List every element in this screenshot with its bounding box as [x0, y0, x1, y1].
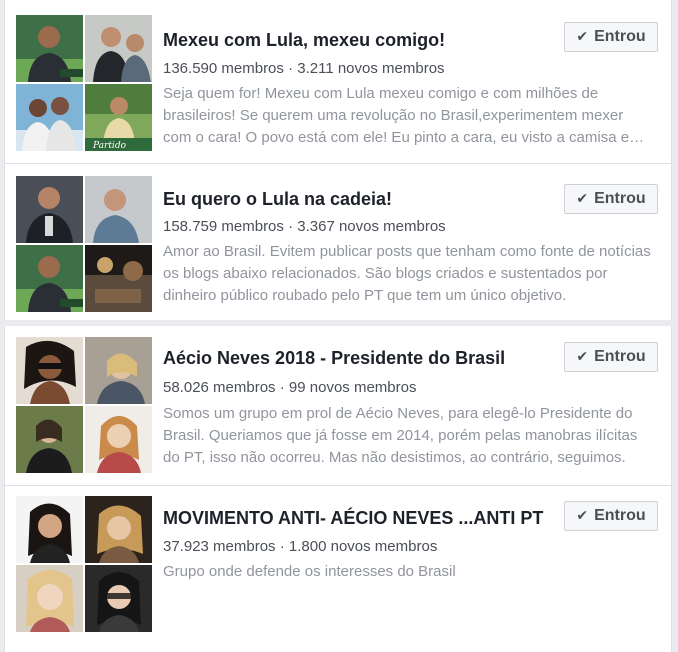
member-photo — [85, 565, 152, 632]
group-item[interactable]: Partido Mexeu com Lula, mexeu comigo! 13… — [5, 0, 671, 164]
stats-separator: · — [288, 218, 294, 235]
new-member-count: 1.800 novos membros — [288, 538, 438, 555]
check-icon: ✔ — [576, 508, 589, 524]
member-photo — [85, 496, 152, 563]
member-photo — [16, 337, 83, 404]
new-member-count: 3.211 novos membros — [297, 60, 445, 77]
group-title[interactable]: Mexeu com Lula, mexeu comigo! — [163, 29, 555, 51]
group-description: Seja quem for! Mexeu com Lula mexeu comi… — [163, 85, 630, 146]
group-thumbnails[interactable] — [16, 496, 152, 632]
group-description: Amor ao Brasil. Evitem publicar posts qu… — [163, 243, 651, 304]
stats-separator: · — [279, 379, 285, 396]
group-card-bottom: Aécio Neves 2018 - Presidente do Brasil … — [4, 326, 672, 652]
member-photo — [85, 406, 152, 473]
group-stats: 136.590 membros · 3.211 novos membros — [163, 59, 643, 79]
group-title[interactable]: Aécio Neves 2018 - Presidente do Brasil — [163, 347, 555, 369]
member-count: 158.759 membros — [163, 218, 284, 235]
group-thumbnails[interactable]: Partido — [16, 15, 152, 151]
joined-button[interactable]: ✔ Entrou — [564, 184, 658, 214]
group-description: Somos um grupo em prol de Aécio Neves, p… — [163, 405, 638, 466]
group-stats: 158.759 membros · 3.367 novos membros — [163, 217, 643, 237]
member-photo — [16, 496, 83, 563]
check-icon: ✔ — [576, 191, 589, 207]
joined-button-label: Entrou — [594, 190, 646, 207]
joined-button[interactable]: ✔ Entrou — [564, 22, 658, 52]
member-photo — [16, 176, 83, 243]
group-item[interactable]: Aécio Neves 2018 - Presidente do Brasil … — [5, 326, 671, 486]
group-title[interactable]: Eu quero o Lula na cadeia! — [163, 188, 555, 210]
group-stats: 37.923 membros · 1.800 novos membros — [163, 537, 643, 557]
member-photo — [85, 15, 152, 82]
joined-button-label: Entrou — [594, 28, 646, 45]
group-stats: 58.026 membros · 99 novos membros — [163, 378, 643, 398]
group-title[interactable]: MOVIMENTO ANTI- AÉCIO NEVES ...ANTI PT — [163, 507, 555, 529]
member-photo — [16, 406, 83, 473]
group-card-top: Partido Mexeu com Lula, mexeu comigo! 13… — [4, 0, 672, 320]
joined-button[interactable]: ✔ Entrou — [564, 501, 658, 531]
member-photo — [16, 84, 83, 151]
stats-separator: · — [288, 60, 294, 77]
new-member-count: 3.367 novos membros — [297, 218, 446, 235]
member-photo — [85, 245, 152, 312]
member-count: 37.923 membros — [163, 538, 276, 555]
group-item[interactable]: Eu quero o Lula na cadeia! 158.759 membr… — [5, 164, 671, 320]
member-photo — [85, 176, 152, 243]
group-description: Grupo onde defende os interesses do Bras… — [163, 563, 456, 580]
member-count: 58.026 membros — [163, 379, 276, 396]
member-photo — [16, 15, 83, 82]
member-photo — [16, 245, 83, 312]
member-count: 136.590 membros — [163, 60, 284, 77]
thumb-caption-text: Partido — [92, 141, 127, 151]
group-thumbnails[interactable] — [16, 337, 152, 473]
group-thumbnails[interactable] — [16, 176, 152, 312]
member-photo: Partido — [85, 84, 152, 151]
check-icon: ✔ — [576, 349, 589, 365]
check-icon: ✔ — [576, 29, 589, 45]
joined-button-label: Entrou — [594, 507, 646, 524]
joined-button-label: Entrou — [594, 348, 646, 365]
member-photo — [16, 565, 83, 632]
stats-separator: · — [279, 538, 285, 555]
group-item[interactable]: MOVIMENTO ANTI- AÉCIO NEVES ...ANTI PT 3… — [5, 486, 671, 646]
member-photo — [85, 337, 152, 404]
new-member-count: 99 novos membros — [288, 379, 417, 396]
joined-button[interactable]: ✔ Entrou — [564, 342, 658, 372]
